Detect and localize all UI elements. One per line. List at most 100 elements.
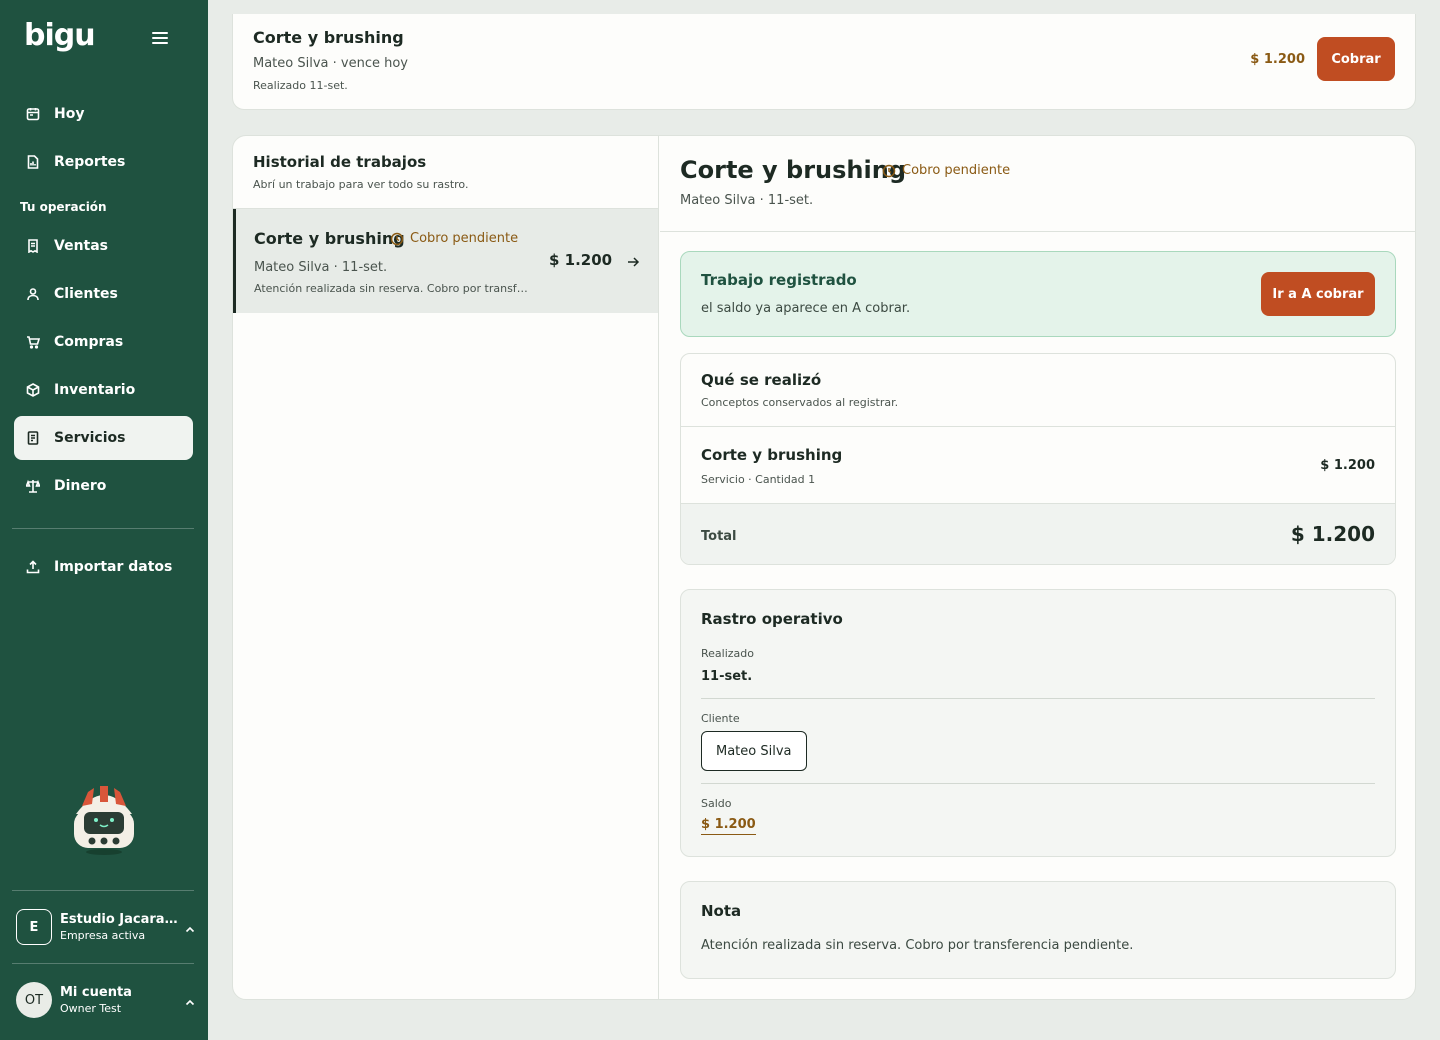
concepts-card: Qué se realizó Conceptos conservados al … (680, 353, 1396, 565)
note-title: Nota (701, 902, 742, 920)
page-title: Corte y brushing (680, 156, 907, 184)
chevron-up-icon (184, 994, 196, 1006)
concept-item-amount: $ 1.200 (1320, 458, 1375, 473)
sidebar: bigu Hoy Reportes Tu operación Ventas Cl… (0, 0, 208, 1040)
sidebar-item-reportes[interactable]: Reportes (14, 140, 193, 184)
history-title: Historial de trabajos (253, 153, 427, 171)
company-switcher[interactable]: E Estudio Jacarandá Empresa activa (16, 907, 196, 947)
concept-item-title: Corte y brushing (701, 446, 843, 464)
realizado-value: 11-set. (701, 669, 753, 684)
cliente-label: Cliente (701, 712, 740, 725)
status-badge-label: Cobro pendiente (410, 231, 519, 246)
divider (660, 231, 1415, 232)
status-badge-label: Cobro pendiente (902, 163, 1011, 178)
saldo-link[interactable]: $ 1.200 (701, 817, 756, 835)
go-to-receivables-button[interactable]: Ir a A cobrar (1261, 272, 1375, 316)
avatar: OT (16, 982, 52, 1018)
pending-charge-amount: $ 1.200 (1250, 52, 1305, 67)
section-label: Tu operación (20, 200, 107, 214)
sidebar-divider (12, 890, 194, 891)
trace-card: Rastro operativo Realizado 11-set. Clien… (680, 589, 1396, 857)
note-text: Atención realizada sin reserva. Cobro po… (701, 938, 1134, 953)
detail-column: Corte y brushing Cobro pendiente Mateo S… (660, 136, 1415, 999)
total-amount: $ 1.200 (1290, 522, 1375, 546)
clock-icon (882, 164, 896, 177)
sidebar-item-compras[interactable]: Compras (14, 320, 193, 364)
job-amount: $ 1.200 (549, 251, 613, 269)
saldo-label: Saldo (701, 797, 732, 810)
user-icon (26, 287, 40, 301)
sidebar-item-label: Servicios (54, 430, 126, 446)
pending-charge-card: Corte y brushing Mateo Silva · vence hoy… (232, 14, 1416, 110)
account-text: Mi cuenta Owner Test (60, 985, 184, 1015)
status-badge: Cobro pendiente (882, 163, 1010, 178)
history-subtitle: Abrí un trabajo para ver todo su rastro. (253, 178, 469, 191)
sidebar-item-label: Hoy (54, 106, 85, 122)
cobrar-button[interactable]: Cobrar (1317, 37, 1395, 81)
report-icon (26, 155, 40, 169)
divider (701, 698, 1375, 699)
concepts-subtitle: Conceptos conservados al registrar. (701, 396, 899, 409)
chevron-up-icon (184, 921, 196, 933)
scale-icon (26, 479, 40, 493)
divider (681, 426, 1395, 427)
client-link-button[interactable]: Mateo Silva (701, 731, 807, 771)
success-alert: Trabajo registrado el saldo ya aparece e… (680, 251, 1396, 337)
sidebar-item-label: Clientes (54, 286, 118, 302)
trace-title: Rastro operativo (701, 610, 843, 628)
total-row: Total $ 1.200 (681, 503, 1395, 564)
pending-charge-title: Corte y brushing (253, 28, 404, 47)
sidebar-item-dinero[interactable]: Dinero (14, 464, 193, 508)
sidebar-item-clientes[interactable]: Clientes (14, 272, 193, 316)
sidebar-divider (12, 528, 194, 529)
divider (701, 783, 1375, 784)
status-badge: Cobro pendiente (390, 231, 518, 246)
alert-text: el saldo ya aparece en A cobrar. (701, 301, 911, 316)
document-icon (26, 431, 40, 445)
job-subtitle: Mateo Silva · 11-set. (254, 260, 388, 275)
account-menu[interactable]: OT Mi cuenta Owner Test (16, 980, 196, 1020)
job-description: Atención realizada sin reserva. Cobro po… (254, 282, 534, 295)
account-title: Mi cuenta (60, 985, 132, 1000)
sidebar-item-inventario[interactable]: Inventario (14, 368, 193, 412)
sidebar-divider (12, 963, 194, 964)
mascot-illustration (74, 786, 134, 855)
upload-icon (26, 560, 40, 574)
history-column: Historial de trabajos Abrí un trabajo pa… (233, 136, 659, 999)
pending-charge-meta: Realizado 11-set. (253, 79, 348, 92)
services-panel: Historial de trabajos Abrí un trabajo pa… (232, 135, 1416, 1000)
menu-icon[interactable] (152, 32, 168, 46)
sidebar-item-label: Importar datos (54, 559, 173, 575)
sidebar-item-ventas[interactable]: Ventas (14, 224, 193, 268)
company-avatar: E (16, 909, 52, 945)
total-label: Total (701, 529, 737, 544)
sidebar-item-servicios[interactable]: Servicios (14, 416, 193, 460)
app-logo[interactable]: bigu (24, 18, 96, 53)
company-status: Empresa activa (60, 929, 146, 942)
sidebar-item-importar[interactable]: Importar datos (14, 545, 193, 589)
detail-subtitle: Mateo Silva · 11-set. (680, 193, 814, 208)
account-user: Owner Test (60, 1002, 122, 1015)
receipt-icon (26, 239, 40, 253)
sidebar-item-label: Dinero (54, 478, 107, 494)
concept-item-subtitle: Servicio · Cantidad 1 (701, 473, 816, 486)
company-name: Estudio Jacarandá (60, 912, 184, 927)
alert-title: Trabajo registrado (701, 271, 857, 289)
job-title: Corte y brushing (254, 229, 405, 248)
calendar-icon (26, 107, 40, 121)
pending-charge-subtitle: Mateo Silva · vence hoy (253, 56, 408, 71)
concepts-title: Qué se realizó (701, 371, 822, 389)
company-text: Estudio Jacarandá Empresa activa (60, 912, 184, 942)
sidebar-item-hoy[interactable]: Hoy (14, 92, 193, 136)
sidebar-item-label: Compras (54, 334, 124, 350)
cart-icon (26, 335, 40, 349)
sidebar-item-label: Reportes (54, 154, 126, 170)
box-icon (26, 383, 40, 397)
realizado-label: Realizado (701, 647, 754, 660)
sidebar-item-label: Inventario (54, 382, 136, 398)
list-item[interactable]: Corte y brushing Cobro pendiente Mateo S… (233, 209, 658, 313)
clock-icon (390, 232, 404, 245)
note-card: Nota Atención realizada sin reserva. Cob… (680, 881, 1396, 979)
sidebar-item-label: Ventas (54, 238, 109, 254)
arrow-right-icon (626, 254, 640, 268)
